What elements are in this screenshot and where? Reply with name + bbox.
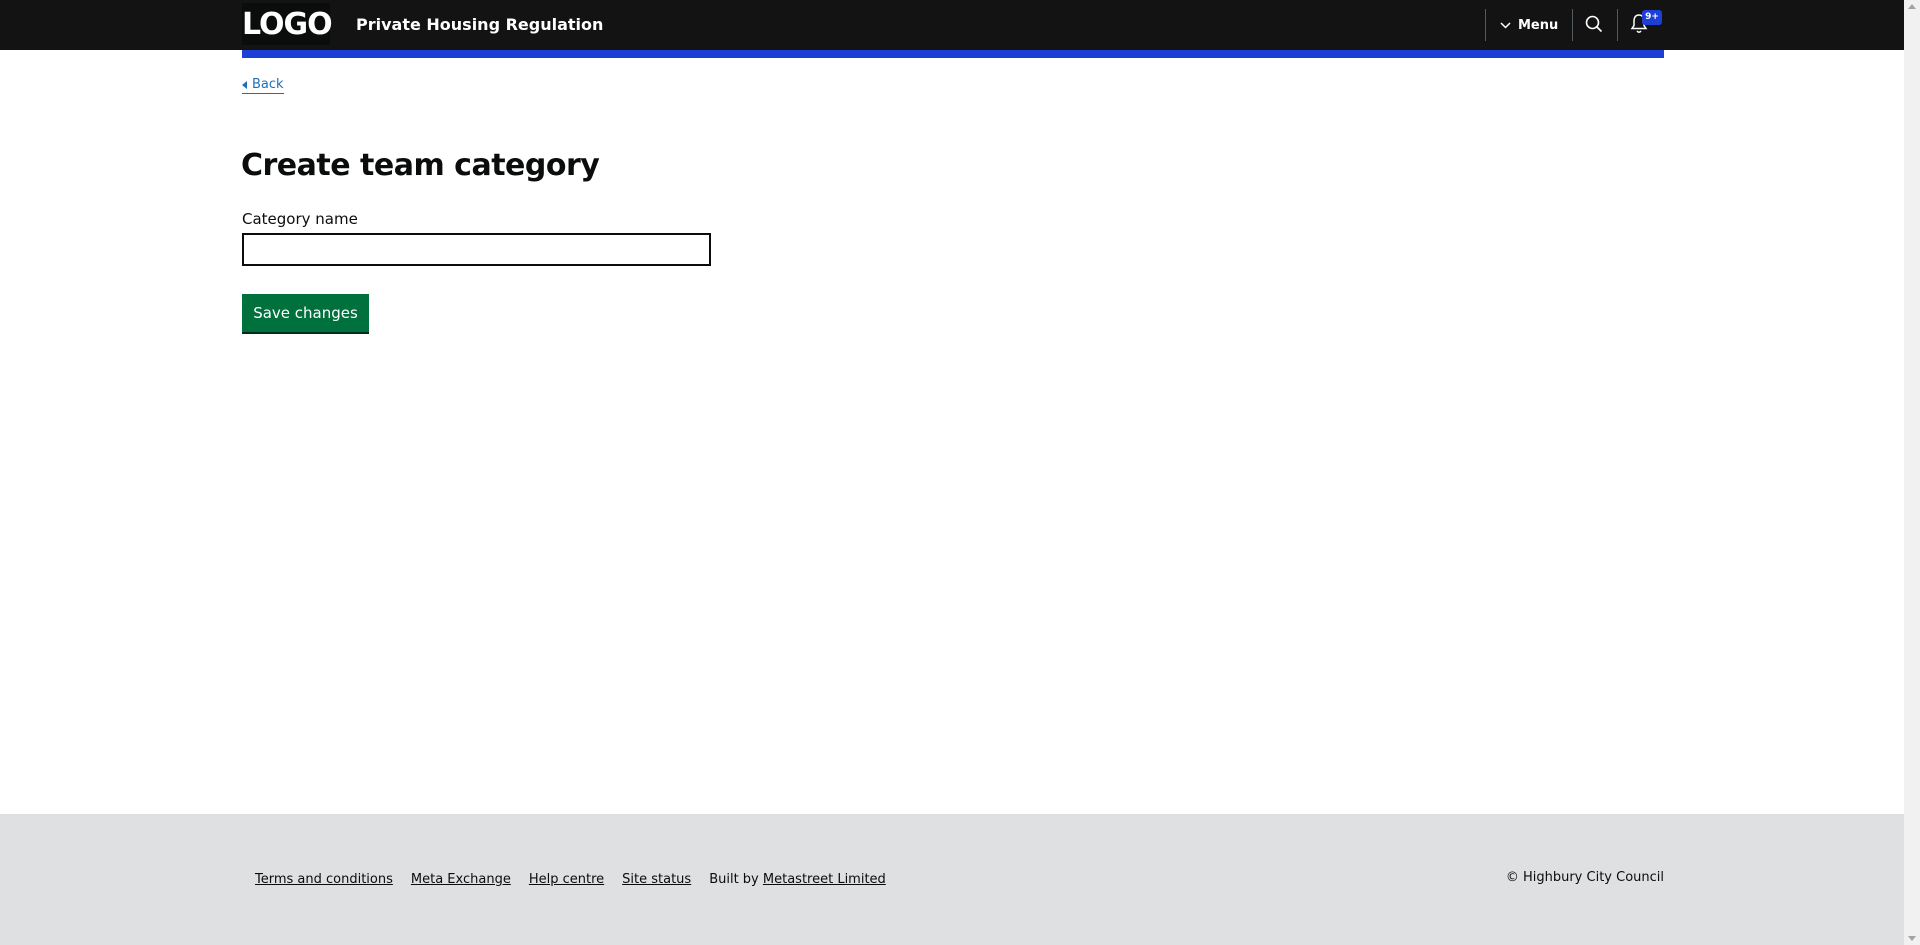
logo[interactable]: LOGO (242, 3, 333, 45)
service-name[interactable]: Private Housing Regulation (356, 0, 603, 50)
built-by: Built by Metastreet Limited (709, 872, 886, 887)
footer-link-terms[interactable]: Terms and conditions (255, 872, 393, 887)
back-link[interactable]: Back (242, 77, 284, 94)
page-title: Create team category (241, 148, 600, 183)
back-label: Back (252, 77, 284, 92)
menu-label: Menu (1518, 17, 1559, 33)
divider (1485, 9, 1486, 41)
header-accent-bar (242, 50, 1664, 58)
save-button[interactable]: Save changes (242, 294, 369, 332)
divider (1572, 9, 1573, 41)
divider (1617, 9, 1618, 41)
search-icon (1585, 15, 1603, 37)
scroll-down-arrow-icon[interactable] (1908, 936, 1916, 941)
footer-links: Terms and conditions Meta Exchange Help … (255, 872, 886, 887)
chevron-down-icon (1500, 21, 1511, 29)
notifications-badge: 9+ (1642, 10, 1662, 25)
category-name-label: Category name (242, 210, 358, 228)
site-header: LOGO Private Housing Regulation Menu 9+ (0, 0, 1904, 50)
built-by-prefix: Built by (709, 872, 759, 887)
back-arrow-icon (242, 80, 247, 89)
footer-link-metastreet[interactable]: Metastreet Limited (763, 872, 886, 887)
copyright: © Highbury City Council (1505, 870, 1664, 885)
menu-button[interactable]: Menu (1500, 0, 1558, 50)
scrollbar[interactable] (1904, 0, 1920, 945)
category-name-input[interactable] (242, 233, 711, 266)
footer-link-meta-exchange[interactable]: Meta Exchange (411, 872, 511, 887)
scroll-up-arrow-icon[interactable] (1908, 4, 1916, 9)
search-button[interactable] (1585, 15, 1605, 35)
footer-link-help-centre[interactable]: Help centre (529, 872, 604, 887)
footer-link-site-status[interactable]: Site status (622, 872, 691, 887)
